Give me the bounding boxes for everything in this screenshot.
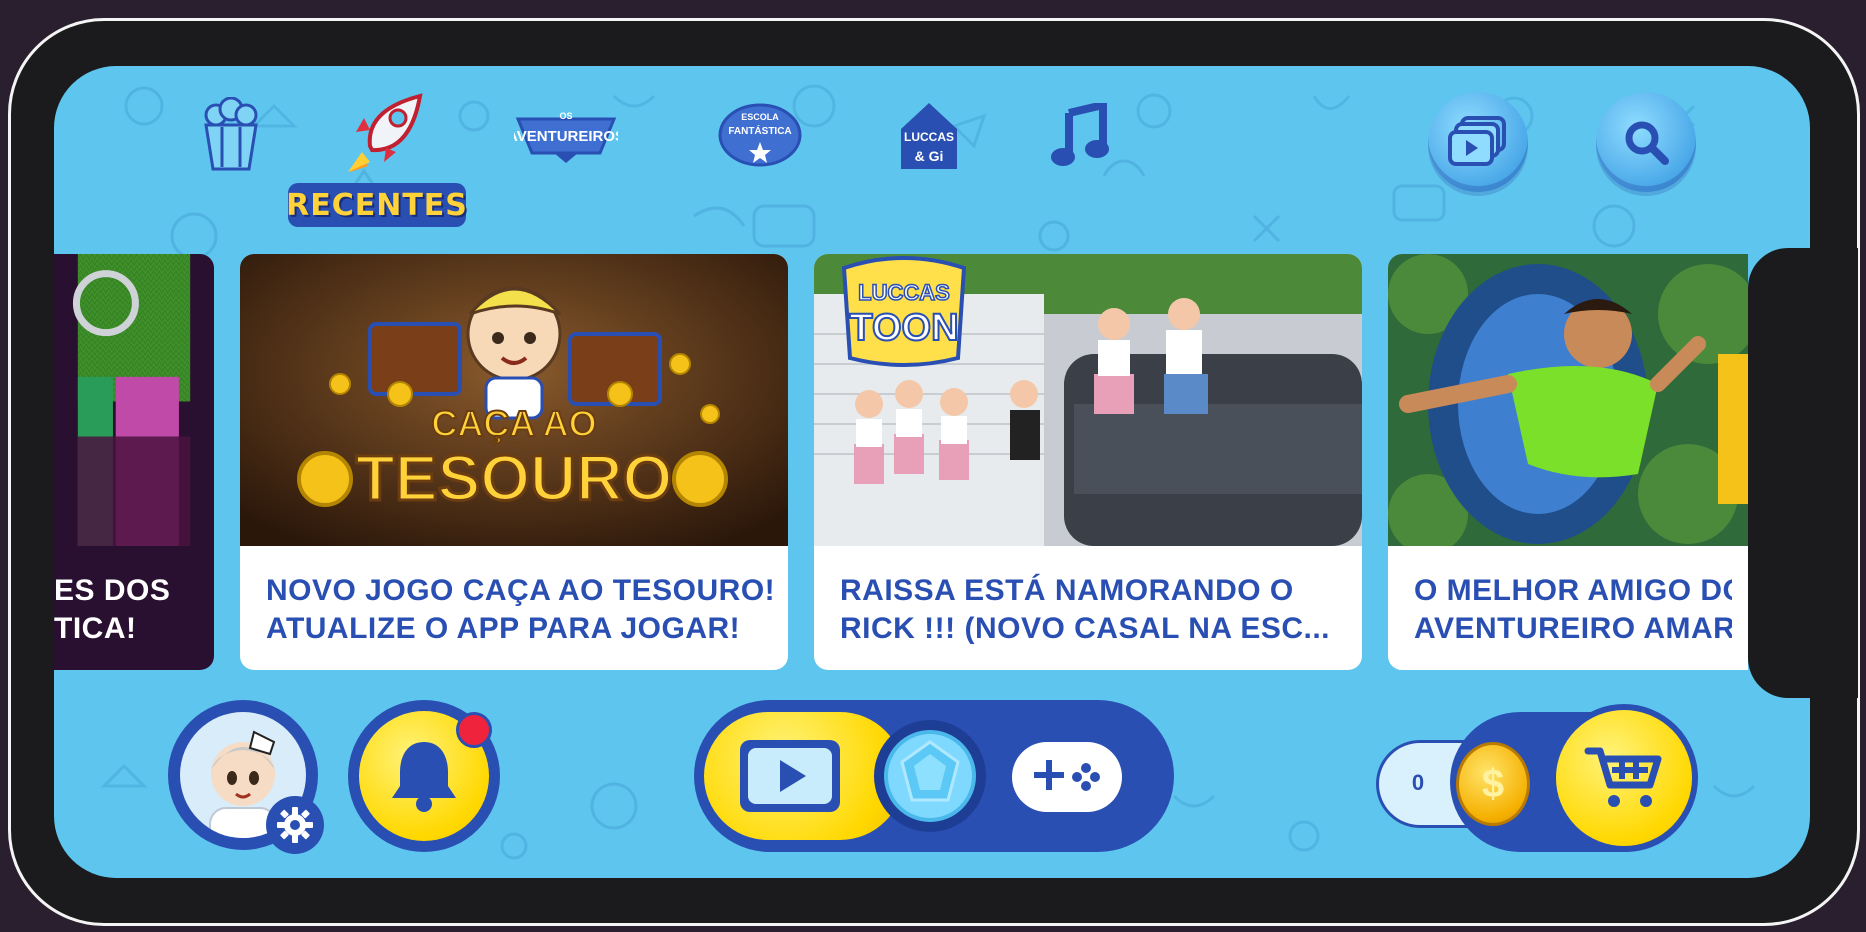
gamepad-icon [1034,760,1100,791]
music-note-icon [1051,103,1109,166]
gem-icon [884,730,976,822]
video-title: RAISSA ESTÁ NAMORANDO O RICK !!! (NOVO C… [840,574,1331,645]
svg-text:LUCCAS: LUCCAS [904,130,954,144]
thumb-text-line-1: LUCCAS [858,280,950,305]
nav-os-aventureiros[interactable]: AVENTUREIROS OS [514,90,618,180]
nav-luccas-gi[interactable]: LUCCAS & Gi [894,90,964,180]
svg-text:OS: OS [559,111,572,121]
video-card-partial-left[interactable]: ES DOS TICA! [54,254,214,670]
nav-escola-fantastica[interactable]: ESCOLA FANTÁSTICA [716,90,804,180]
video-card-raissa[interactable]: LUCCAS TOON RAISSA ESTÁ NAMORANDO O RICK… [814,254,1362,670]
luccas-gi-house-icon: LUCCAS & Gi [901,103,957,169]
coin-count: 0 [1411,770,1425,795]
popcorn-icon [204,97,258,171]
video-title: ES DOS TICA! [54,574,171,645]
thumb-text-line-2: TESOURO [356,442,672,514]
mode-game-button[interactable] [1012,742,1122,812]
video-thumbnail [72,254,191,546]
nav-music[interactable] [1046,90,1112,180]
mode-gem-button[interactable] [874,720,986,832]
rocket-icon [348,93,423,172]
nav-active-label: RECENTES [286,183,467,227]
bell-icon [392,742,456,812]
os-aventureiros-logo-icon: AVENTUREIROS OS [514,111,618,163]
nav-popcorn[interactable] [194,90,268,180]
settings-button[interactable] [266,796,324,854]
thumb-text-line-2: TOON [849,307,958,349]
search-icon [1625,121,1669,165]
notification-badge [456,712,492,748]
search-button[interactable] [1596,92,1696,192]
shopping-cart-icon [1584,747,1662,807]
coin-icon: $ [1456,742,1530,826]
svg-text:AVENTUREIROS: AVENTUREIROS [514,128,618,145]
svg-text:FANTÁSTICA: FANTÁSTICA [728,124,791,137]
device-notch [1748,248,1858,698]
video-card-caca-ao-tesouro[interactable]: CAÇA AO TESOURO NOVO JOGO CAÇA AO TESOUR… [240,254,788,670]
video-title: O MELHOR AMIGO DO AVENTUREIRO AMARE [1414,574,1732,645]
video-card-melhor-amigo[interactable]: O MELHOR AMIGO DO AVENTUREIRO AMARE [1388,254,1748,670]
video-thumbnail: CAÇA AO TESOURO [240,254,788,546]
video-title: NOVO JOGO CAÇA AO TESOURO! ATUALIZE O AP… [266,574,772,645]
svg-text:ESCOLA: ESCOLA [741,112,779,122]
escola-fantastica-logo-icon: ESCOLA FANTÁSTICA [718,103,802,167]
svg-text:& Gi: & Gi [915,148,944,164]
gear-icon [277,807,313,843]
nav-recentes[interactable] [338,88,434,178]
videos-button[interactable] [1428,92,1528,192]
video-thumbnail: LUCCAS TOON [814,254,1362,546]
video-thumbnail [1388,254,1748,546]
shop-button[interactable] [1550,704,1698,852]
videos-icon [1448,116,1506,166]
thumb-text-line-1: CAÇA AO [431,403,596,444]
